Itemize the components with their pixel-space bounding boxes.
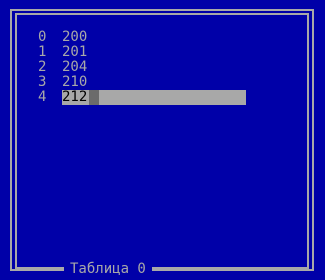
window-title: Таблица 0 xyxy=(64,259,152,280)
table-row-selected[interactable]: 4 212 xyxy=(38,90,246,105)
table-list: 0 200 1 201 2 204 3 210 4 212 xyxy=(38,30,246,105)
edit-field-fill[interactable] xyxy=(99,90,246,105)
row-index: 3 xyxy=(38,74,47,90)
table-window: 0 200 1 201 2 204 3 210 4 212 Таблица 0 xyxy=(0,0,325,280)
row-value-input[interactable]: 212 xyxy=(62,90,89,105)
row-value: 200 xyxy=(62,29,88,45)
row-index: 2 xyxy=(38,59,47,75)
table-row[interactable]: 1 201 xyxy=(38,45,246,60)
row-index: 4 xyxy=(38,89,47,105)
text-cursor xyxy=(89,90,99,105)
row-value: 210 xyxy=(62,74,88,90)
window-border-bottom xyxy=(15,267,309,269)
row-index: 0 xyxy=(38,29,47,45)
table-row[interactable]: 3 210 xyxy=(38,75,246,90)
row-value: 204 xyxy=(62,59,88,75)
row-value: 201 xyxy=(62,44,88,60)
table-row[interactable]: 0 200 xyxy=(38,30,246,45)
table-row[interactable]: 2 204 xyxy=(38,60,246,75)
row-index: 1 xyxy=(38,44,47,60)
